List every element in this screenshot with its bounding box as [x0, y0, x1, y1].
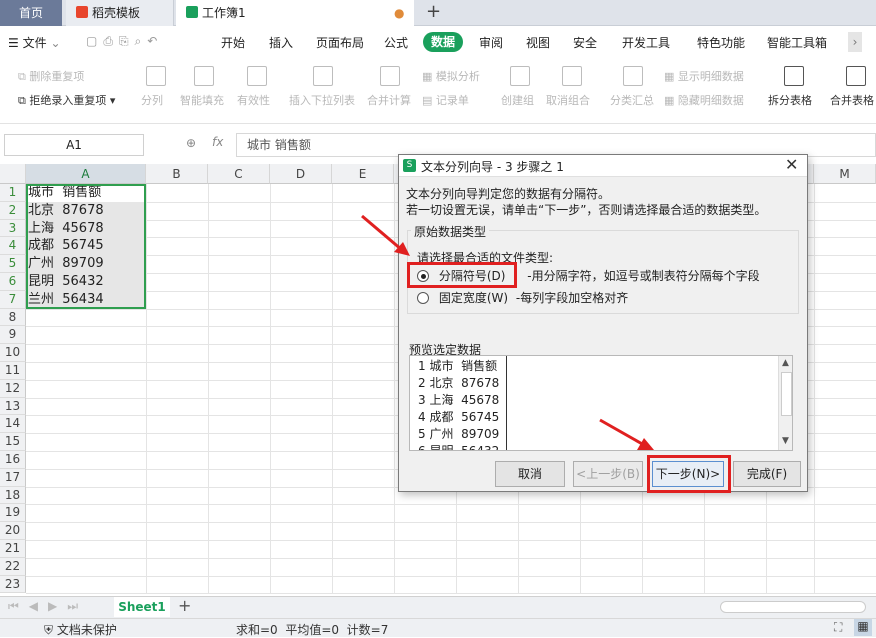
- annotation-arrows: [361, 214, 654, 450]
- annotation-arrow-1: [361, 214, 403, 252]
- annotation-arrow-2: [599, 418, 645, 447]
